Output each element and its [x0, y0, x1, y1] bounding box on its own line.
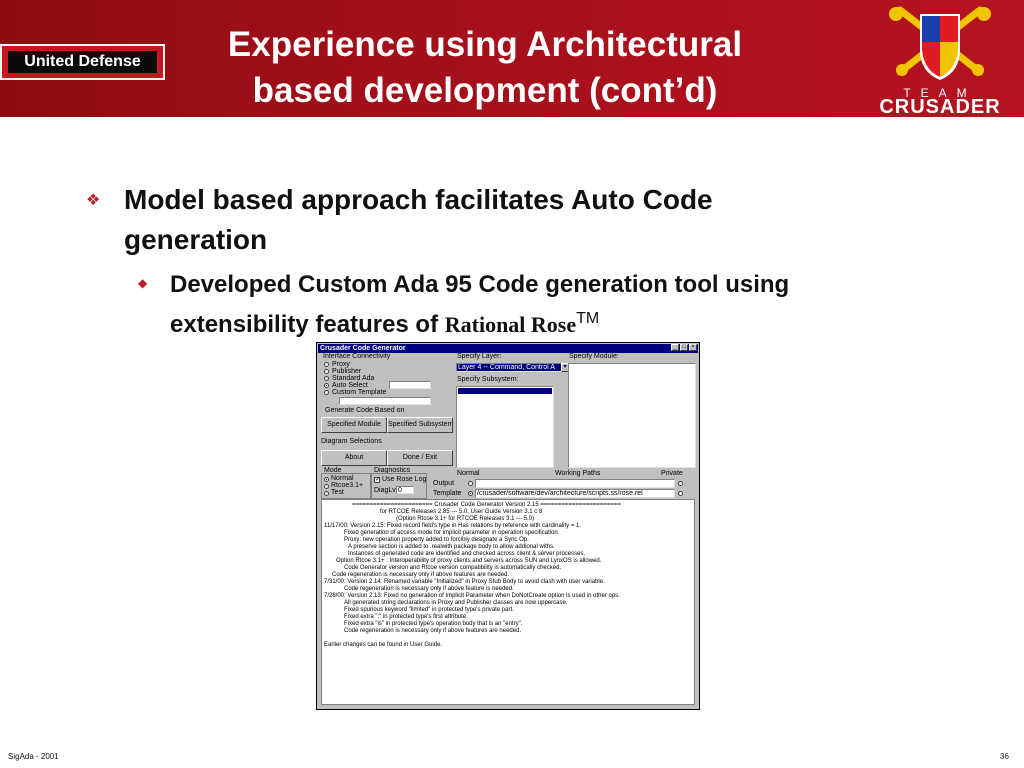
radio-auto-select[interactable]	[324, 383, 329, 388]
log-line: 11/17/00: Version 2.15: Fixed record fie…	[324, 523, 582, 529]
trademark-mark: TM	[576, 310, 600, 327]
subsystem-list[interactable]	[456, 386, 554, 468]
bullet-2-text: Developed Custom Ada 95 Code generation …	[170, 268, 930, 342]
brand-text: United Defense	[8, 51, 157, 73]
bullet-2-line-2: extensibility features of Rational RoseT…	[170, 302, 930, 342]
log-line: Fixed spurious keyword "limited" in prot…	[344, 607, 514, 613]
log-line: (Option Rtcoe 3.1+ for RTCOE Releases 3.…	[396, 516, 535, 522]
log-line: Code regeneration is necessary only if a…	[332, 572, 510, 578]
use-rose-log-checkbox[interactable]: ✓	[374, 477, 380, 483]
paths-normal-label: Normal	[457, 470, 480, 477]
radio-output-private[interactable]	[678, 481, 683, 486]
custom-template-field[interactable]	[339, 397, 431, 405]
radio-standard-ada[interactable]	[324, 376, 329, 381]
output-label: Output	[433, 480, 455, 487]
slide-title: Experience using Architectural based dev…	[180, 22, 790, 114]
specify-subsystem-label: Specify Subsystem:	[457, 376, 519, 383]
code-generator-window: Crusader Code Generator _ □ × Interface …	[316, 342, 700, 710]
log-line: Code regeneration is necessary only if a…	[344, 628, 522, 634]
logo-crusader-text: CRUSADER	[879, 96, 1001, 118]
log-line: Proxy: new operation property added to f…	[344, 537, 529, 543]
minimize-icon[interactable]: _	[671, 344, 679, 351]
log-line: ======================= Crusader Code Ge…	[352, 502, 621, 508]
radio-template-normal[interactable]	[468, 491, 473, 496]
bullet-2-line-2-text: extensibility features of	[170, 311, 445, 338]
radio-custom-template[interactable]	[324, 390, 329, 395]
log-line: Option Rtcoe 3.1+ : Interoperability of …	[336, 558, 602, 564]
auto-select-field[interactable]	[389, 381, 431, 389]
radio-mode-normal[interactable]	[324, 477, 329, 482]
diagram-selections-label: Diagram Selections	[321, 438, 382, 445]
log-line: A preserve section is added to .realwith…	[348, 544, 555, 550]
radio-proxy[interactable]	[324, 362, 329, 367]
done-exit-button[interactable]: Done / Exit	[387, 450, 453, 466]
page-number: 36	[1000, 752, 1009, 761]
window-title-bar: Crusader Code Generator	[318, 344, 698, 353]
log-line: Instances of generated code are identifi…	[348, 551, 586, 557]
interface-connectivity-label: Interface Connectivity	[323, 353, 391, 360]
bullet-1-text: Model based approach facilitates Auto Co…	[124, 180, 864, 260]
bullet-2-line-1: Developed Custom Ada 95 Code generation …	[170, 271, 790, 298]
log-line: 7/28/00: Version 2.13: Fixed no generati…	[324, 593, 620, 599]
module-list[interactable]	[568, 363, 696, 468]
generate-code-label: Generate Code Based on	[325, 407, 405, 414]
specified-subsystem-button[interactable]: Specified Subsystem	[387, 417, 453, 433]
united-defense-logo: United Defense	[0, 44, 165, 80]
team-crusader-logo: TEAM CRUSADER	[862, 2, 1022, 118]
output-path-field[interactable]	[475, 479, 675, 488]
log-line: 7/31/00: Version 2.14: Renamed variable …	[324, 579, 605, 585]
release-notes-log[interactable]: ======================= Crusader Code Ge…	[321, 499, 695, 705]
diag-level-field[interactable]: 0	[396, 486, 414, 494]
radio-template-private[interactable]	[678, 491, 683, 496]
diag-level-label: DiagLvl	[374, 487, 398, 494]
log-line: Fixed extra "is" in protected type's ope…	[344, 621, 523, 627]
footer-conference: SigAda - 2001	[8, 752, 59, 761]
title-line-1: Experience using Architectural	[227, 25, 743, 64]
radio-publisher[interactable]	[324, 369, 329, 374]
crusader-crest-icon	[889, 6, 991, 80]
log-line: Fixed extra ";" in protected type's firs…	[344, 614, 468, 620]
working-paths-label: Working Paths	[555, 470, 601, 477]
maximize-icon[interactable]: □	[680, 344, 688, 351]
small-diamond-bullet-icon: ◆	[138, 276, 148, 290]
log-line: Fixed generation of access mode for impl…	[344, 530, 560, 536]
window-title: Crusader Code Generator	[320, 345, 406, 352]
layer-select[interactable]: Layer 4 -- Command, Control A	[456, 363, 562, 372]
close-icon[interactable]: ×	[689, 344, 697, 351]
title-line-2: based development (cont’d)	[252, 71, 718, 110]
mode-test: Test	[331, 489, 344, 496]
about-button[interactable]: About	[321, 450, 387, 466]
log-line: for RTCOE Releases 2.85 --- 5.0, User Gu…	[380, 509, 543, 515]
use-rose-log-label: Use Rose Log	[382, 476, 427, 483]
log-line: Earlier changes can be found in User Gui…	[324, 642, 443, 648]
log-line: All generated string declarations in Pro…	[344, 600, 568, 606]
specified-module-button[interactable]: Specified Module	[321, 417, 387, 433]
bullet-1-line-1: Model based approach facilitates Auto Co…	[124, 184, 713, 215]
rational-rose-name: Rational Rose	[444, 312, 577, 337]
log-line: Code Generator version and Rtcoe version…	[344, 565, 562, 571]
option-custom-template: Custom Template	[332, 389, 387, 396]
radio-mode-test[interactable]	[324, 491, 329, 496]
diamond-bullet-icon: ❖	[86, 192, 101, 209]
template-label: Template	[433, 490, 462, 497]
bullet-1-line-2: generation	[124, 224, 268, 255]
log-line: Code regeneration is necessary only if a…	[344, 586, 514, 592]
specify-module-label: Specify Module:	[569, 353, 619, 360]
radio-mode-rtcoe[interactable]	[324, 484, 329, 489]
radio-output-normal[interactable]	[468, 481, 473, 486]
template-path-field[interactable]: /crusader/software/dev/architecture/scri…	[475, 489, 675, 498]
paths-private-label: Private	[661, 470, 683, 477]
specify-layer-label: Specify Layer:	[457, 353, 502, 360]
subsystem-selected-row[interactable]	[458, 388, 552, 394]
